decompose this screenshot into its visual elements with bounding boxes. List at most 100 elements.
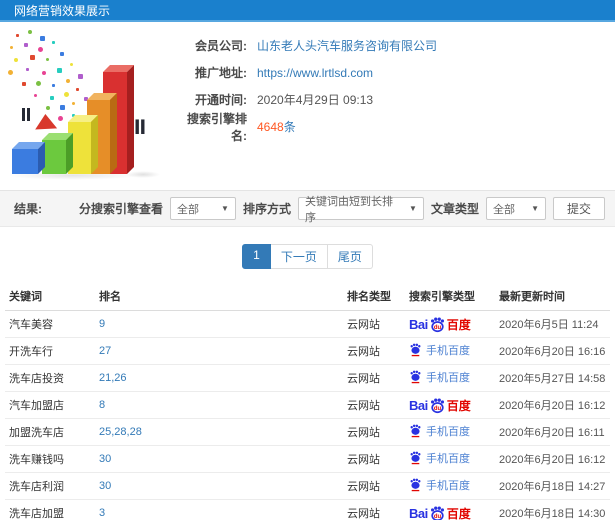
company-link[interactable]: 山东老人头汽车服务咨询有限公司 <box>257 37 437 54</box>
info-row-url: 推广地址: https://www.lrtlsd.com <box>177 59 615 86</box>
rank-cell[interactable]: 25,28,28 <box>95 418 343 446</box>
rank-type-cell: 云网站 <box>343 364 405 392</box>
rank-cell[interactable]: 27 <box>95 337 343 365</box>
updated-cell: 2020年6月20日 16:11 <box>495 418 610 446</box>
engine-filter-select[interactable]: 全部 ▼ <box>169 197 236 220</box>
account-info: 会员公司: 山东老人头汽车服务咨询有限公司 推广地址: https://www.… <box>177 22 615 143</box>
rank-cell[interactable]: 30 <box>95 445 343 473</box>
svg-text:du: du <box>434 513 442 519</box>
rank-cell[interactable]: 9 <box>95 310 343 338</box>
company-label: 会员公司: <box>195 39 247 53</box>
table-row: 洗车店利润 30 云网站 手机百度 2020年6月18日 14:27 <box>5 472 610 500</box>
mobile-baidu-paw-icon <box>410 478 421 492</box>
keyword-cell: 汽车加盟店 <box>5 391 95 419</box>
updated-cell: 2020年6月20日 16:16 <box>495 337 610 365</box>
baidu-paw-icon: du <box>430 506 444 520</box>
mobile-baidu-paw-icon <box>410 370 421 384</box>
rank-type-cell: 云网站 <box>343 391 405 419</box>
last-page-button[interactable]: 尾页 <box>327 244 373 269</box>
col-rank: 排名 <box>95 283 343 311</box>
mobile-baidu-paw-icon <box>410 343 421 357</box>
baidu-paw-icon: du <box>430 317 444 332</box>
next-page-button[interactable]: 下一页 <box>270 244 328 269</box>
keyword-cell: 洗车店利润 <box>5 472 95 500</box>
submit-button[interactable]: 提交 <box>552 197 605 220</box>
engine-cell: 手机百度 <box>405 472 495 500</box>
updated-cell: 2020年6月20日 16:12 <box>495 445 610 473</box>
keyword-cell: 汽车美容 <box>5 310 95 338</box>
bar-blue <box>12 142 45 174</box>
info-section: 会员公司: 山东老人头汽车服务咨询有限公司 推广地址: https://www.… <box>0 22 615 190</box>
pagination: 1 下一页 尾页 <box>242 244 373 269</box>
svg-text:du: du <box>434 324 442 330</box>
page-header: 网络营销效果展示 <box>0 0 615 22</box>
chevron-down-icon: ▼ <box>531 204 539 213</box>
keyword-cell: 洗车店加盟 <box>5 499 95 520</box>
promotion-url-link[interactable]: https://www.lrtlsd.com <box>257 66 373 80</box>
rank-type-cell: 云网站 <box>343 418 405 446</box>
sort-label: 排序方式 <box>242 202 291 216</box>
rank-cell[interactable]: 3 <box>95 499 343 520</box>
keyword-cell: 洗车店投资 <box>5 364 95 392</box>
keyword-cell: 洗车赚钱吗 <box>5 445 95 473</box>
url-label: 推广地址: <box>195 66 247 80</box>
table-row: 开洗车行 27 云网站 手机百度 2020年6月20日 16:16 <box>5 337 610 365</box>
opened-time: 2020年4月29日 09:13 <box>257 93 374 107</box>
updated-cell: 2020年5月27日 14:58 <box>495 364 610 392</box>
baidu-logo: Bai du 百度 <box>409 505 471 520</box>
rank-cell[interactable]: 30 <box>95 472 343 500</box>
article-type-label: 文章类型 <box>430 202 479 216</box>
engine-cell: 手机百度 <box>405 418 495 446</box>
sort-select[interactable]: 关键词由短到长排序 ▼ <box>297 196 424 224</box>
engine-cell: 手机百度 <box>405 445 495 473</box>
rank-type-cell: 云网站 <box>343 310 405 338</box>
page-title: 网络营销效果展示 <box>14 4 111 18</box>
updated-cell: 2020年6月18日 14:30 <box>495 499 610 520</box>
info-row-company: 会员公司: 山东老人头汽车服务咨询有限公司 <box>177 32 615 59</box>
mobile-baidu-logo: 手机百度 <box>409 450 470 466</box>
col-updated: 最新更新时间 <box>495 283 610 311</box>
page-1-button[interactable]: 1 <box>242 244 271 269</box>
mobile-baidu-logo: 手机百度 <box>409 342 470 358</box>
results-filter-bar: 结果: 分搜索引擎查看 全部 ▼ 排序方式 关键词由短到长排序 ▼ 文章类型 全… <box>0 190 615 227</box>
mobile-baidu-paw-icon <box>410 451 421 465</box>
rank-cell[interactable]: 8 <box>95 391 343 419</box>
table-row: 洗车店加盟 3 云网站 Bai du 百度 2020年6月18日 14:30 <box>5 499 610 520</box>
baidu-logo: Bai du 百度 <box>409 316 471 332</box>
col-rank-type: 排名类型 <box>343 283 405 311</box>
keyword-cell: 加盟洗车店 <box>5 418 95 446</box>
article-type-select[interactable]: 全部 ▼ <box>485 197 546 220</box>
info-row-rank-count: 搜索引擎排名: 4648条 <box>177 112 615 143</box>
rank-count-number: 4648 <box>257 120 284 134</box>
table-row: 汽车美容 9 云网站 Bai du 百度 2020年6月5日 11:24 <box>5 310 610 338</box>
rank-type-cell: 云网站 <box>343 499 405 520</box>
mobile-baidu-logo: 手机百度 <box>409 477 470 493</box>
rank-count-unit: 条 <box>283 120 296 134</box>
mobile-baidu-logo: 手机百度 <box>409 423 470 439</box>
rank-cell[interactable]: 21,26 <box>95 364 343 392</box>
updated-cell: 2020年6月5日 11:24 <box>495 310 610 338</box>
rank-type-cell: 云网站 <box>343 445 405 473</box>
engine-cell: 手机百度 <box>405 364 495 392</box>
rankings-table: 关键词 排名 排名类型 搜索引擎类型 最新更新时间 汽车美容 9 云网站 Bai d… <box>5 283 610 520</box>
bar-green <box>42 133 73 174</box>
updated-cell: 2020年6月18日 14:27 <box>495 472 610 500</box>
businessman-right <box>128 119 153 134</box>
engine-cell: Bai du 百度 <box>405 391 495 419</box>
rank-count-label: 搜索引擎排名: <box>186 111 247 143</box>
chevron-down-icon: ▼ <box>221 204 229 213</box>
engine-cell: Bai du 百度 <box>405 499 495 520</box>
rank-type-cell: 云网站 <box>343 472 405 500</box>
table-row: 洗车店投资 21,26 云网站 手机百度 2020年5月27日 14:58 <box>5 364 610 392</box>
results-label: 结果: <box>14 202 42 216</box>
table-row: 洗车赚钱吗 30 云网站 手机百度 2020年6月20日 16:12 <box>5 445 610 473</box>
mobile-baidu-logo: 手机百度 <box>409 369 470 385</box>
svg-text:du: du <box>434 405 442 411</box>
engine-cell: 手机百度 <box>405 337 495 365</box>
engine-cell: Bai du 百度 <box>405 310 495 338</box>
mobile-baidu-paw-icon <box>410 424 421 438</box>
bar-chart-illustration <box>0 24 185 186</box>
growth-arrow-icon <box>33 99 58 130</box>
pagination-wrap: 1 下一页 尾页 <box>0 227 615 283</box>
engine-filter-label: 分搜索引擎查看 <box>78 202 163 216</box>
